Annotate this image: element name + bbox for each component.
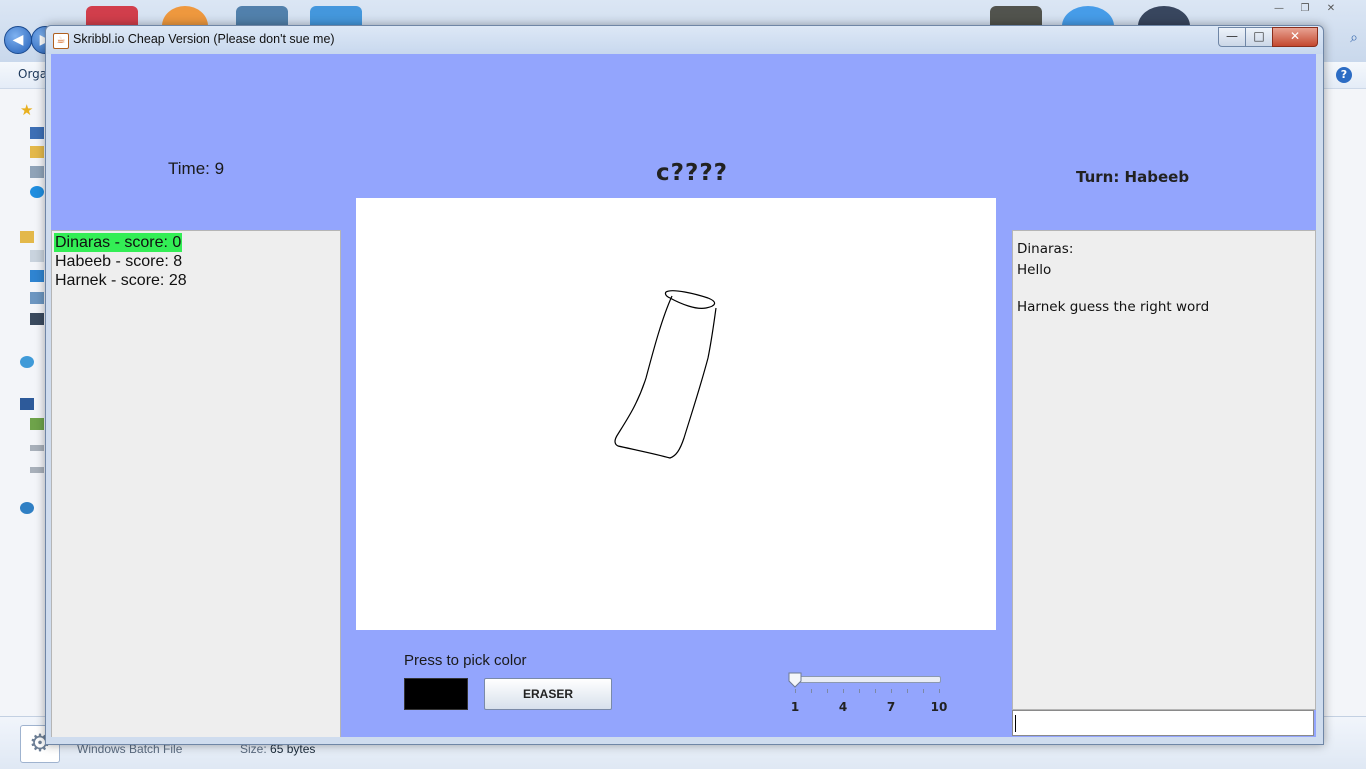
color-picker-button[interactable] xyxy=(404,678,468,710)
slider-tick xyxy=(843,689,844,693)
restore-icon[interactable]: ❐ xyxy=(1294,2,1316,16)
game-area: Time: 9 c???? Turn: Habeeb Dinaras - sco… xyxy=(51,54,1316,737)
help-icon[interactable]: ? xyxy=(1336,67,1352,83)
slider-tick xyxy=(811,689,812,693)
favorites-star-icon[interactable]: ★ xyxy=(20,101,34,119)
minimize-icon[interactable]: — xyxy=(1268,2,1290,16)
slider-tick xyxy=(923,689,924,693)
text-caret xyxy=(1015,715,1016,732)
downloads-icon[interactable] xyxy=(30,146,44,158)
slider-track[interactable] xyxy=(795,676,941,683)
turn-label: Turn: Habeeb xyxy=(1076,168,1190,186)
close-icon[interactable]: ✕ xyxy=(1320,2,1342,16)
explorer-window-controls: — ❐ ✕ xyxy=(1268,2,1342,16)
slider-tick xyxy=(827,689,828,693)
minimize-button[interactable]: — xyxy=(1218,27,1246,47)
player-entry: Dinaras - score: 0 xyxy=(54,233,183,252)
chat-panel: Dinaras: Hello Harnek guess the right wo… xyxy=(1012,230,1316,710)
recent-places-icon[interactable] xyxy=(30,166,44,178)
slider-tick xyxy=(795,689,796,693)
window-title: Skribbl.io Cheap Version (Please don't s… xyxy=(73,32,335,46)
slider-tick-label: 10 xyxy=(930,700,948,714)
pictures-icon[interactable] xyxy=(30,292,44,304)
documents-icon[interactable] xyxy=(30,250,44,262)
chat-input[interactable] xyxy=(1012,710,1314,736)
drive-icon[interactable] xyxy=(30,445,44,451)
organize-menu[interactable]: Orga xyxy=(18,67,47,81)
player-entry: Harnek - score: 28 xyxy=(55,272,187,289)
player-list: Dinaras - score: 0 Habeeb - score: 8 Har… xyxy=(51,230,341,737)
eraser-button[interactable]: ERASER xyxy=(484,678,612,710)
chat-message: Hello xyxy=(1017,262,1052,278)
libraries-icon[interactable] xyxy=(20,231,34,243)
slider-thumb[interactable] xyxy=(788,672,802,688)
close-button[interactable]: ✕ xyxy=(1272,27,1318,47)
dropbox-icon[interactable] xyxy=(30,186,44,198)
slider-tick-label: 4 xyxy=(838,700,848,714)
timer-label: Time: 9 xyxy=(168,159,225,178)
maximize-button[interactable]: □ xyxy=(1245,27,1273,47)
drive-icon[interactable] xyxy=(30,418,44,430)
back-arrow-icon[interactable]: ◀ xyxy=(4,26,32,54)
player-entry: Habeeb - score: 8 xyxy=(55,253,183,270)
music-icon[interactable] xyxy=(30,270,44,282)
slider-tick xyxy=(859,689,860,693)
network-icon[interactable] xyxy=(20,502,34,514)
drive-icon[interactable] xyxy=(30,467,44,473)
slider-tick xyxy=(939,689,940,693)
desktop-icon[interactable] xyxy=(30,127,44,139)
drawing-sketch xyxy=(614,290,717,459)
drawing-canvas[interactable] xyxy=(356,198,996,630)
slider-tick-label: 7 xyxy=(886,700,896,714)
search-icon[interactable]: ⌕ xyxy=(1350,30,1358,46)
slider-tick xyxy=(891,689,892,693)
pick-color-label: Press to pick color xyxy=(404,652,527,669)
computer-icon[interactable] xyxy=(20,398,34,410)
java-icon: ☕ xyxy=(53,33,69,49)
videos-icon[interactable] xyxy=(30,313,44,325)
chat-message: Harnek guess the right word xyxy=(1017,299,1210,315)
window-titlebar[interactable]: ☕ Skribbl.io Cheap Version (Please don't… xyxy=(46,26,1323,54)
slider-tick-label: 1 xyxy=(790,700,800,714)
slider-tick xyxy=(875,689,876,693)
chat-message: Dinaras: xyxy=(1017,241,1074,257)
homegroup-icon[interactable] xyxy=(20,356,34,368)
word-hint: c???? xyxy=(656,160,729,186)
slider-tick xyxy=(907,689,908,693)
game-window: ☕ Skribbl.io Cheap Version (Please don't… xyxy=(45,25,1324,745)
